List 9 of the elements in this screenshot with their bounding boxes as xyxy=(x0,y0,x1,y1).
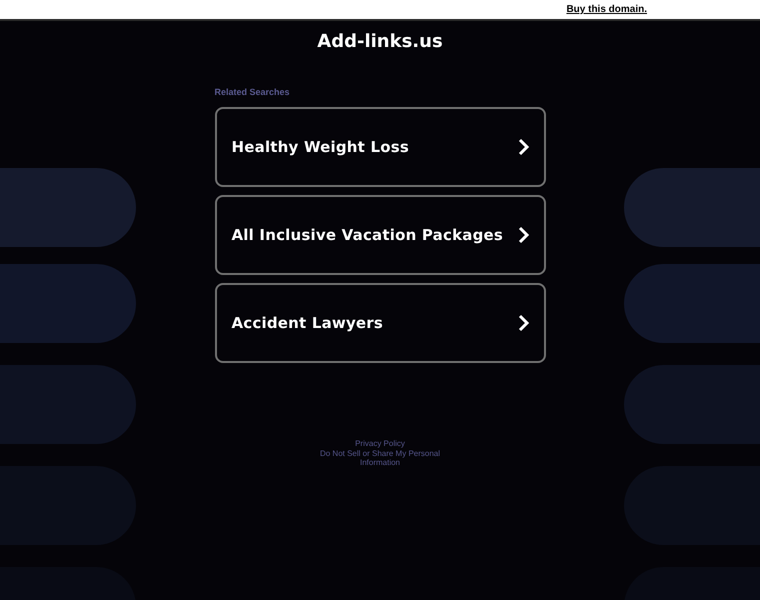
buy-domain-link[interactable]: Buy this domain. xyxy=(566,4,647,15)
chevron-right-icon xyxy=(518,138,530,156)
chevron-right-icon xyxy=(518,314,530,332)
chevron-right-icon xyxy=(518,226,530,244)
search-link[interactable]: Healthy Weight Loss xyxy=(214,107,546,187)
search-link[interactable]: All Inclusive Vacation Packages xyxy=(214,195,546,275)
related-searches-heading: Related Searches xyxy=(214,87,290,97)
site-title: Add-links.us xyxy=(317,31,443,53)
search-link[interactable]: Accident Lawyers xyxy=(214,283,546,363)
